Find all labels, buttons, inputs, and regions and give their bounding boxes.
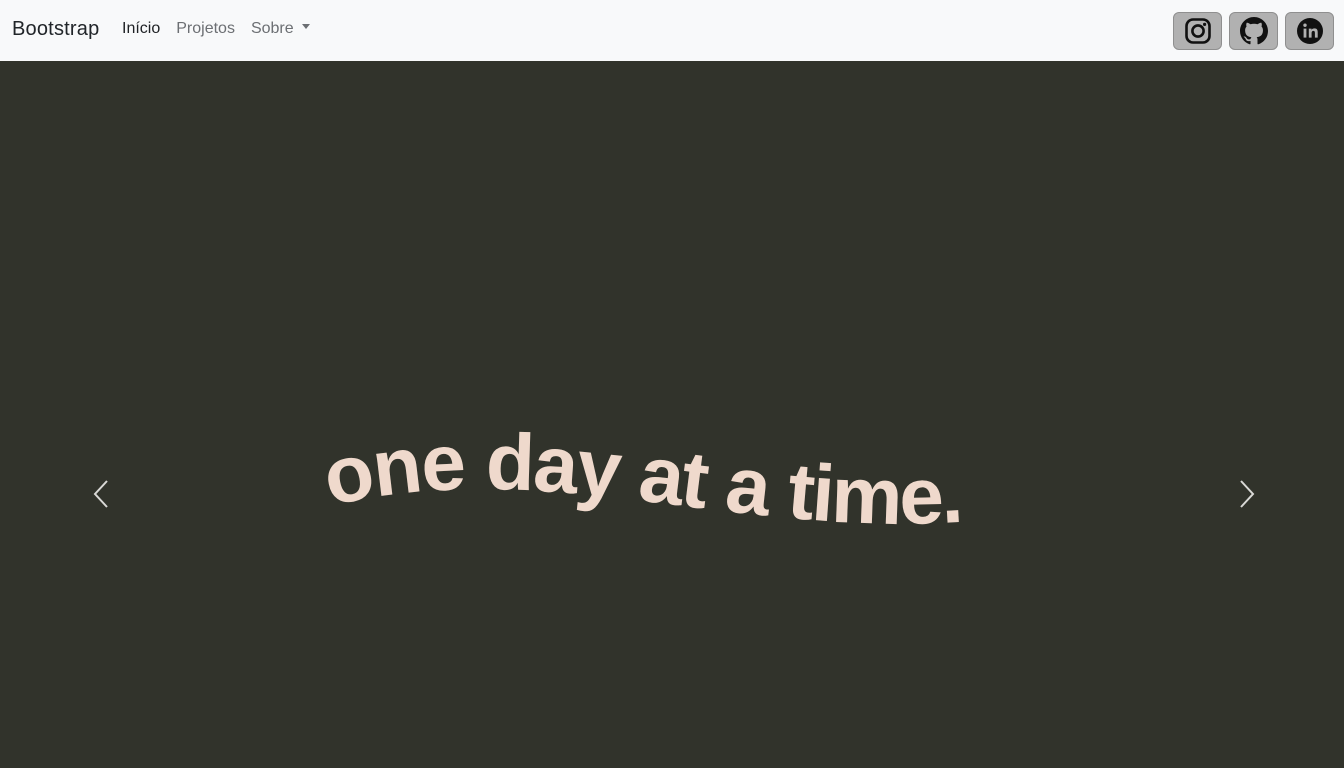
linkedin-icon [1296,18,1323,44]
carousel-next-button[interactable] [1232,477,1262,511]
nav-link-inicio[interactable]: Início [122,20,160,38]
chevron-right-icon [1240,480,1255,508]
nav-links: Início Projetos Sobre [122,20,326,38]
instagram-button[interactable] [1173,12,1222,50]
caret-down-icon [301,24,310,30]
chevron-left-icon [93,480,108,508]
hero-carousel: one day at a time. [0,61,1344,768]
linkedin-button[interactable] [1285,12,1334,50]
carousel-slide: one day at a time. [316,417,965,541]
instagram-icon [1184,18,1211,44]
slide-quote: one day at a time. [316,417,963,541]
navbar-brand[interactable]: Bootstrap [12,18,99,41]
nav-link-projetos[interactable]: Projetos [176,20,235,38]
carousel-prev-button[interactable] [86,477,116,511]
github-icon [1239,17,1268,45]
top-navbar: Bootstrap Início Projetos Sobre [0,0,1344,61]
social-links [1173,12,1334,50]
slide-quote-text: one day at a time. [316,417,965,541]
nav-dropdown-sobre-label: Sobre [250,20,294,37]
github-button[interactable] [1229,12,1278,50]
nav-dropdown-sobre[interactable]: Sobre [251,20,310,38]
